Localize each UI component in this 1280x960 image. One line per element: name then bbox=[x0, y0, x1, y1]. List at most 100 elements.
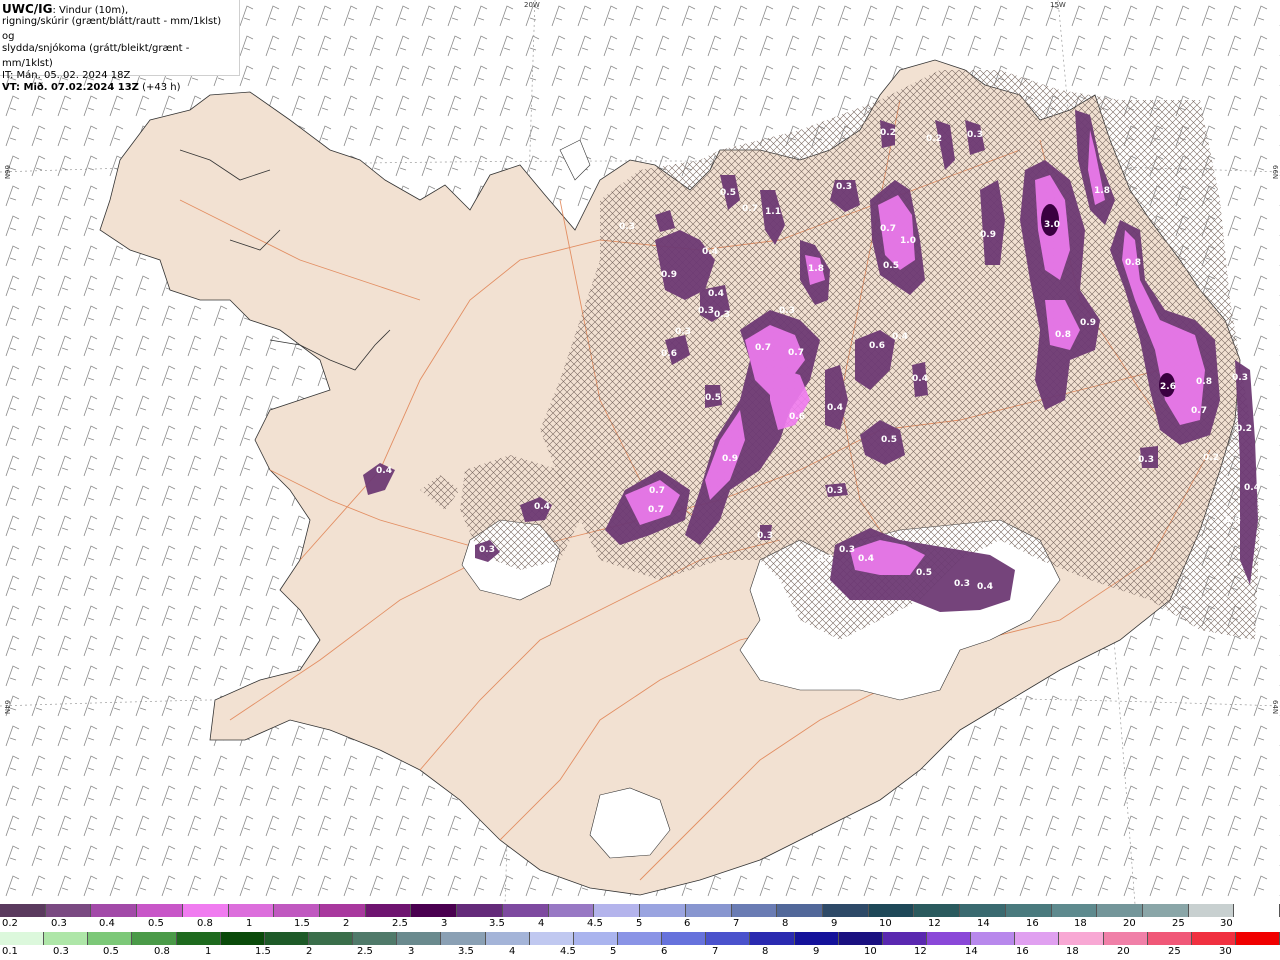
precip-value-label: 1.8 bbox=[1094, 186, 1110, 196]
legend-tick-label: 3 bbox=[441, 918, 448, 929]
precip-value-label: 0.4 bbox=[827, 403, 843, 413]
legend-swatch bbox=[594, 904, 641, 917]
legend-swatch bbox=[44, 932, 89, 945]
legend-swatch bbox=[220, 932, 265, 945]
lon-label-15w: 15W bbox=[1050, 1, 1066, 9]
lat-label-64n-left: 64N bbox=[3, 700, 11, 715]
legend-swatch bbox=[45, 904, 92, 917]
legend-rain-labels: 0.1 0.3 0.5 0.8 1 1.5 2 2.5 3 3.5 4 4.5 5 6 7 8 9 10 12 14 1… bbox=[0, 946, 1280, 958]
precip-value-label: 3.0 bbox=[1044, 220, 1060, 230]
legend-swatch bbox=[882, 932, 927, 945]
precip-value-label: 0.4 bbox=[376, 466, 392, 476]
precip-value-label: 0.7 bbox=[648, 505, 664, 515]
legend-swatch bbox=[0, 932, 45, 945]
precip-value-label: 0.4 bbox=[912, 374, 928, 384]
legend-swatch bbox=[182, 904, 229, 917]
legend-tick-label: 0.8 bbox=[197, 918, 213, 929]
precip-value-label: 1.1 bbox=[765, 207, 781, 217]
precip-value-label: 0.7 bbox=[649, 486, 665, 496]
precip-value-label: 0.8 bbox=[1125, 258, 1141, 268]
legend-tick-label: 8 bbox=[782, 918, 789, 929]
legend-swatch bbox=[573, 932, 618, 945]
precip-value-label: 0.5 bbox=[916, 568, 932, 578]
legend-tick-label: 4 bbox=[538, 918, 545, 929]
legend-tick-label: 14 bbox=[977, 918, 990, 929]
legend-swatch bbox=[685, 904, 732, 917]
legend-swatch bbox=[88, 932, 133, 945]
legend-snow-labels: 0.2 0.3 0.4 0.5 0.8 1 1.5 2 2.5 3 3.5 4 4.5 5 6 7 8 9 10 12… bbox=[0, 918, 1280, 930]
legend-tick-label: 1.5 bbox=[294, 918, 310, 929]
legend-tick-label: 20 bbox=[1123, 918, 1136, 929]
legend-tick-label: 18 bbox=[1074, 918, 1087, 929]
precip-value-label: 0.6 bbox=[661, 349, 677, 359]
legend-swatch bbox=[1097, 904, 1143, 917]
title-line2: rigning/skúrir (grænt/blátt/rautt - mm/1… bbox=[2, 16, 222, 42]
legend-tick-label: 2 bbox=[343, 918, 350, 929]
legend-tick-label: 2.5 bbox=[357, 946, 373, 957]
legend-swatch bbox=[662, 932, 707, 945]
legend-tick-label: 12 bbox=[928, 918, 941, 929]
precip-value-label: 0.4 bbox=[534, 502, 550, 512]
precip-value-label: 0.4 bbox=[858, 554, 874, 564]
legend-tick-label: 3 bbox=[408, 946, 415, 957]
lat-label-66n-right: 66N bbox=[1271, 165, 1279, 180]
precip-value-label: 0.7 bbox=[742, 204, 758, 214]
legend-swatch bbox=[441, 932, 486, 945]
precip-value-label: 0.7 bbox=[1191, 406, 1207, 416]
legend-tick-label: 12 bbox=[914, 946, 927, 957]
legend-tick-label: 2 bbox=[306, 946, 313, 957]
legend-tick-label: 9 bbox=[813, 946, 820, 957]
legend-swatch bbox=[353, 932, 398, 945]
precip-value-label: 0.3 bbox=[1138, 455, 1154, 465]
precip-value-label: 0.9 bbox=[1080, 318, 1096, 328]
legend-tick-label: 30 bbox=[1219, 946, 1232, 957]
lat-label-66n-left: 66N bbox=[3, 165, 11, 180]
legend-tick-label: 0.8 bbox=[154, 946, 170, 957]
legend-swatch bbox=[411, 904, 458, 917]
legend-swatch bbox=[548, 904, 595, 917]
precip-value-label: 0.2 bbox=[1203, 453, 1219, 463]
precip-value-label: 0.3 bbox=[479, 545, 495, 555]
legend-swatch bbox=[1234, 904, 1280, 917]
precip-value-label: 0.5 bbox=[705, 393, 721, 403]
map-title-box: UWC/IG: Vindur (10m), rigning/skúrir (gr… bbox=[0, 0, 240, 93]
precip-value-label: 0.9 bbox=[980, 230, 996, 240]
weather-map: 3.0 2.6 1.8 1.8 1.0 1.1 0.9 0.9 0.9 0.9 0.8 0.8 0.8 0… bbox=[0, 0, 1280, 904]
legend-tick-label: 14 bbox=[965, 946, 978, 957]
legend-swatch bbox=[794, 932, 839, 945]
legend-swatch bbox=[320, 904, 366, 917]
precip-value-label: 0.3 bbox=[714, 310, 730, 320]
legend-swatch bbox=[485, 932, 530, 945]
legend-tick-label: 0.3 bbox=[51, 918, 67, 929]
legend-tick-label: 20 bbox=[1117, 946, 1130, 957]
legend-tick-label: 6 bbox=[661, 946, 668, 957]
legend-tick-label: 25 bbox=[1172, 918, 1185, 929]
lat-label-64n-right: 64N bbox=[1271, 700, 1279, 715]
legend-tick-label: 1.5 bbox=[255, 946, 271, 957]
legend-tick-label: 7 bbox=[712, 946, 719, 957]
legend-tick-label: 9 bbox=[831, 918, 838, 929]
legend-swatch bbox=[308, 932, 354, 945]
legend-swatch bbox=[1015, 932, 1060, 945]
legend-tick-label: 25 bbox=[1168, 946, 1181, 957]
legend-tick-label: 8 bbox=[762, 946, 769, 957]
precip-value-label: 0.9 bbox=[661, 270, 677, 280]
precip-value-label: 0.4 bbox=[977, 582, 993, 592]
legend-tick-label: 3.5 bbox=[489, 918, 505, 929]
precip-value-label: 0.3 bbox=[698, 306, 714, 316]
title-line3: slydda/snjókoma (grátt/bleikt/grænt - mm… bbox=[2, 43, 190, 69]
legend-tick-label: 5 bbox=[636, 918, 643, 929]
legend-tick-label: 7 bbox=[733, 918, 740, 929]
precip-value-label: 0.4 bbox=[702, 247, 718, 257]
legend-swatch bbox=[838, 932, 883, 945]
precip-value-label: 1.0 bbox=[900, 236, 916, 246]
legend-tick-label: 30 bbox=[1220, 918, 1233, 929]
precip-value-label: 0.3 bbox=[817, 554, 833, 564]
precip-value-label: 0.3 bbox=[1225, 515, 1241, 525]
legend-swatch bbox=[0, 904, 46, 917]
precip-value-label: 0.2 bbox=[926, 134, 942, 144]
precip-value-label: 0.3 bbox=[1232, 373, 1248, 383]
legend-tick-label: 5 bbox=[610, 946, 617, 957]
legend-tick-label: 4.5 bbox=[560, 946, 576, 957]
legend-swatch bbox=[777, 904, 823, 917]
